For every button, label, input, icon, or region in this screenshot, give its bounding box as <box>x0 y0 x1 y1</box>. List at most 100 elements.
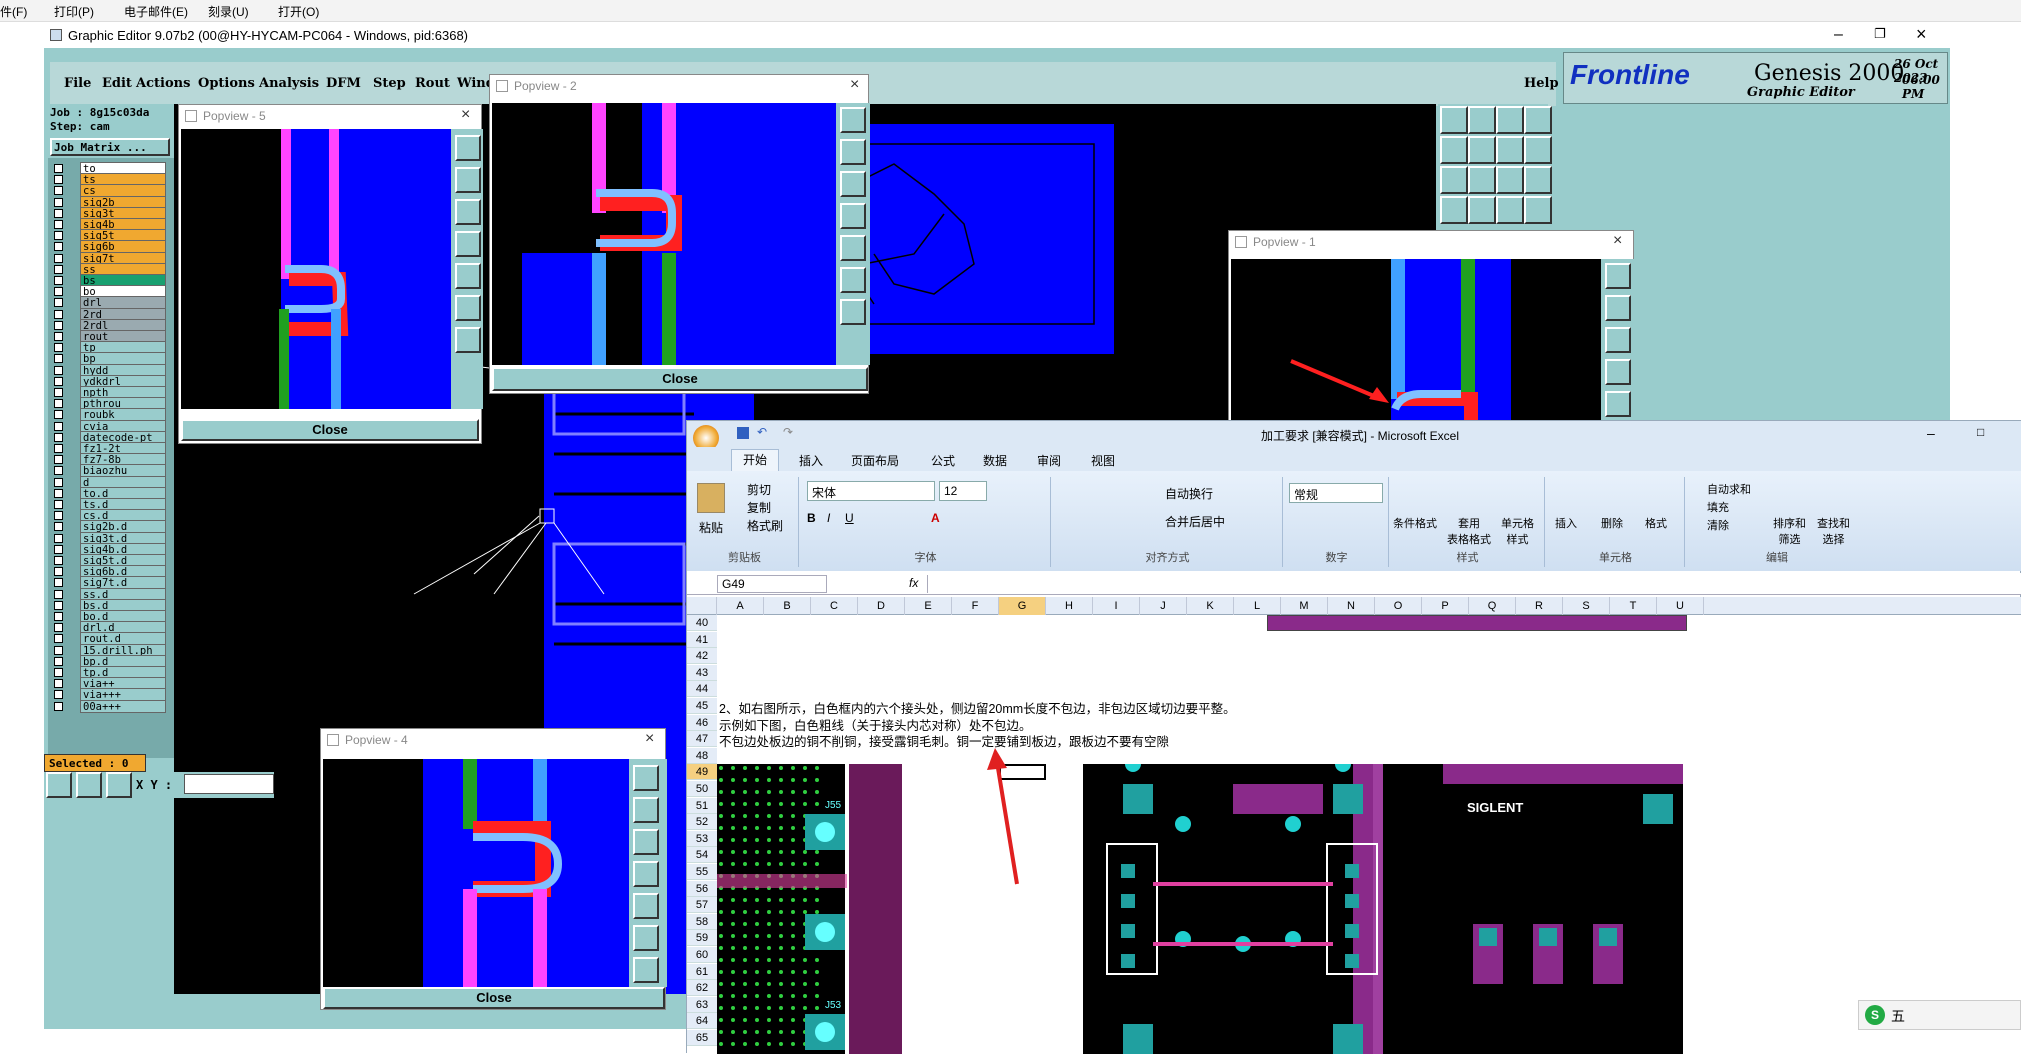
layer-checkbox[interactable] <box>54 612 63 621</box>
layer-checkbox[interactable] <box>54 376 63 386</box>
tool-button-icon[interactable] <box>1524 166 1552 194</box>
menu-file-ge[interactable]: File <box>64 76 91 91</box>
layer-checkbox[interactable] <box>54 220 63 229</box>
menu-burn[interactable]: 刻录(U) <box>208 3 249 20</box>
layer-checkbox[interactable] <box>54 175 63 185</box>
pv1-tool-4-icon[interactable] <box>1605 359 1631 385</box>
layer-checkbox[interactable] <box>54 623 63 633</box>
row-header[interactable]: 44 <box>687 681 717 698</box>
layer-checkbox[interactable] <box>54 264 63 274</box>
layer-checkbox[interactable] <box>54 197 63 207</box>
row-header[interactable]: 56 <box>687 880 717 897</box>
row-header[interactable]: 65 <box>687 1030 717 1046</box>
pv2-tool-7-icon[interactable] <box>840 299 866 325</box>
row-header[interactable]: 57 <box>687 897 717 914</box>
underline-button[interactable]: U <box>845 511 854 525</box>
pv5-tool-2-icon[interactable] <box>455 167 481 193</box>
conditional-format-button[interactable]: 条件格式 <box>1393 515 1437 531</box>
tool-button-icon[interactable] <box>1524 136 1552 164</box>
layer-checkbox[interactable] <box>54 242 63 252</box>
layer-checkbox[interactable] <box>54 332 63 341</box>
row-header[interactable]: 41 <box>687 631 717 648</box>
column-header[interactable]: F <box>952 597 999 615</box>
pv1-tool-3-icon[interactable] <box>1605 327 1631 353</box>
pv5-tool-1-icon[interactable] <box>455 135 481 161</box>
popview-1-close-icon[interactable]: × <box>1613 232 1622 250</box>
layer-checkbox[interactable] <box>54 208 63 218</box>
tool-button-icon[interactable] <box>1468 106 1496 134</box>
find-select-button[interactable]: 查找和 选择 <box>1817 515 1850 547</box>
popview-2-close-icon[interactable]: × <box>850 76 859 94</box>
format-cells-button[interactable]: 格式 <box>1645 515 1667 531</box>
layer-checkbox[interactable] <box>54 343 63 353</box>
row-header[interactable]: 59 <box>687 930 717 947</box>
italic-button[interactable]: I <box>827 511 830 525</box>
layer-checkbox[interactable] <box>54 668 63 677</box>
column-header[interactable]: B <box>764 597 811 615</box>
popview-2-close-button[interactable]: Close <box>492 367 868 391</box>
menu-print[interactable]: 打印(P) <box>54 3 94 20</box>
row-header[interactable]: 53 <box>687 830 717 847</box>
pv4-tool-4-icon[interactable] <box>633 861 659 887</box>
layer-checkbox[interactable] <box>54 354 63 364</box>
bottom-tool-3-icon[interactable] <box>106 772 132 798</box>
menu-actions[interactable]: Actions <box>136 76 190 91</box>
layer-checkbox[interactable] <box>54 298 63 308</box>
layer-checkbox[interactable] <box>54 466 63 476</box>
row-header[interactable]: 54 <box>687 847 717 864</box>
ime-mode[interactable]: 五 <box>1891 1006 1905 1026</box>
tool-button-icon[interactable] <box>1496 136 1524 164</box>
layer-checkbox[interactable] <box>54 309 63 319</box>
bottom-tool-1-icon[interactable] <box>46 772 72 798</box>
pv2-tool-1-icon[interactable] <box>840 107 866 133</box>
column-header[interactable]: R <box>1516 597 1563 615</box>
number-format-select[interactable]: 常规 <box>1289 483 1383 503</box>
menu-analysis[interactable]: Analysis <box>259 76 319 91</box>
column-header[interactable]: M <box>1281 597 1328 615</box>
tool-button-icon[interactable] <box>1440 166 1468 194</box>
pv5-tool-5-icon[interactable] <box>455 263 481 289</box>
paste-label[interactable]: 粘贴 <box>699 519 723 536</box>
column-header[interactable]: G <box>999 597 1046 615</box>
layer-checkbox[interactable] <box>54 231 63 241</box>
pv4-tool-1-icon[interactable] <box>633 765 659 791</box>
cut-button[interactable]: 剪切 <box>747 481 771 498</box>
column-header[interactable]: L <box>1234 597 1281 615</box>
column-header[interactable]: D <box>858 597 905 615</box>
clear-button[interactable]: 清除 <box>1707 517 1729 533</box>
layer-checkbox[interactable] <box>54 645 63 655</box>
column-header[interactable]: H <box>1046 597 1093 615</box>
menu-step[interactable]: Step <box>373 76 406 91</box>
layer-checkbox[interactable] <box>54 634 63 644</box>
tab-formulas[interactable]: 公式 <box>931 452 955 469</box>
format-painter-button[interactable]: 格式刷 <box>747 517 783 534</box>
row-header[interactable]: 48 <box>687 747 717 764</box>
name-box[interactable]: G49 <box>717 575 827 593</box>
row-header[interactable]: 60 <box>687 947 717 963</box>
tool-button-icon[interactable] <box>1468 196 1496 224</box>
bottom-tool-2-icon[interactable] <box>76 772 102 798</box>
layer-checkbox[interactable] <box>54 253 63 263</box>
menu-open[interactable]: 打开(O) <box>278 3 319 20</box>
fx-button[interactable]: fx <box>909 576 918 590</box>
tab-insert[interactable]: 插入 <box>799 452 823 469</box>
pv5-tool-4-icon[interactable] <box>455 231 481 257</box>
tool-button-icon[interactable] <box>1496 106 1524 134</box>
close-icon[interactable]: × <box>1916 24 1927 45</box>
wrap-text-button[interactable]: 自动换行 <box>1165 485 1213 502</box>
menu-email[interactable]: 电子邮件(E) <box>124 3 188 20</box>
menu-rout[interactable]: Rout <box>415 76 450 91</box>
pv2-tool-6-icon[interactable] <box>840 267 866 293</box>
save-icon[interactable] <box>737 427 749 439</box>
redo-icon[interactable]: ↷ <box>783 425 793 439</box>
font-color-button[interactable]: A <box>931 511 940 525</box>
layer-checkbox[interactable] <box>54 679 63 689</box>
column-header[interactable]: I <box>1093 597 1140 615</box>
row-header[interactable]: 64 <box>687 1013 717 1030</box>
delete-cells-button[interactable]: 删除 <box>1601 515 1623 531</box>
tab-view[interactable]: 视图 <box>1091 452 1115 469</box>
layer-checkbox[interactable] <box>54 701 63 711</box>
menu-file[interactable]: 件(F) <box>0 3 27 20</box>
select-all-corner[interactable] <box>687 597 717 615</box>
row-header[interactable]: 49 <box>687 764 717 781</box>
